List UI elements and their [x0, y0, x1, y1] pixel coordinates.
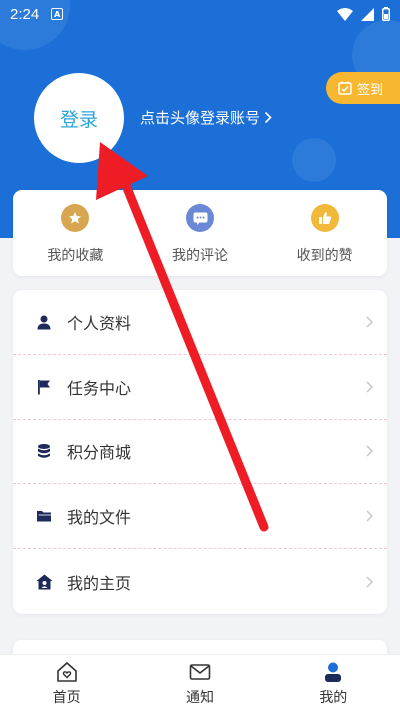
nav-item-home[interactable]: 首页 — [0, 655, 133, 710]
notification-a-icon: A — [51, 8, 64, 20]
wifi-icon — [337, 7, 353, 21]
chevron-right-icon — [366, 381, 373, 393]
nav-label: 通知 — [185, 690, 214, 706]
decor-bubble — [292, 138, 336, 182]
quick-action-label: 我的收藏 — [47, 248, 104, 264]
database-icon — [35, 442, 53, 460]
bottom-navigation: 首页 通知 我的 — [0, 654, 400, 710]
menu-item-profile[interactable]: 个人资料 — [13, 290, 387, 355]
person-icon — [35, 313, 53, 331]
menu-item-task-center[interactable]: 任务中心 — [13, 355, 387, 420]
calendar-check-icon — [338, 81, 352, 95]
menu-item-label: 个人资料 — [67, 313, 132, 333]
menu-item-my-homepage[interactable]: 我的主页 — [13, 549, 387, 614]
menu-item-label: 我的文件 — [67, 508, 132, 528]
menu-item-my-files[interactable]: 我的文件 — [13, 484, 387, 550]
menu-list-card: 个人资料 任务中心 积分商城 我的文件 我的主页 — [13, 290, 387, 614]
user-icon — [325, 662, 342, 682]
folder-icon — [35, 507, 53, 525]
login-hint-link[interactable]: 点击头像登录账号 — [140, 107, 272, 128]
comment-icon — [186, 204, 214, 232]
chevron-right-icon — [366, 510, 373, 522]
menu-item-label: 我的主页 — [67, 573, 132, 593]
login-avatar-button[interactable]: 登录 — [34, 73, 124, 163]
quick-actions-card: 我的收藏 我的评论 收到的赞 — [13, 190, 387, 276]
battery-icon — [382, 7, 390, 21]
nav-label: 首页 — [52, 690, 81, 706]
chevron-right-icon — [366, 445, 373, 458]
checkin-button[interactable]: 签到 — [326, 72, 400, 104]
quick-action-label: 收到的赞 — [296, 248, 353, 264]
avatar-login-text: 登录 — [59, 108, 98, 131]
chevron-right-icon — [366, 316, 373, 328]
thumbs-up-icon — [310, 204, 339, 232]
checkin-label: 签到 — [357, 82, 384, 98]
cellular-signal-icon — [361, 7, 374, 21]
nav-item-notifications[interactable]: 通知 — [133, 655, 266, 710]
menu-item-points-mall[interactable]: 积分商城 — [13, 420, 387, 485]
menu-item-label: 积分商城 — [67, 443, 132, 463]
home-icon — [35, 573, 53, 591]
flag-icon — [35, 378, 53, 396]
chevron-right-icon — [264, 111, 272, 124]
quick-action-label: 我的评论 — [172, 248, 228, 264]
home-heart-icon — [56, 662, 77, 682]
status-time: 2:24 — [10, 5, 40, 23]
quick-action-comments[interactable]: 我的评论 — [138, 190, 263, 276]
chevron-right-icon — [366, 576, 373, 588]
nav-item-mine[interactable]: 我的 — [267, 655, 400, 710]
status-bar: 2:24 A — [0, 0, 400, 28]
star-icon — [61, 204, 90, 232]
menu-item-label: 任务中心 — [67, 378, 132, 398]
nav-label: 我的 — [319, 690, 348, 706]
quick-action-favorites[interactable]: 我的收藏 — [13, 190, 138, 276]
mail-icon — [189, 664, 211, 680]
quick-action-likes[interactable]: 收到的赞 — [262, 190, 387, 276]
login-hint-text: 点击头像登录账号 — [140, 109, 261, 127]
